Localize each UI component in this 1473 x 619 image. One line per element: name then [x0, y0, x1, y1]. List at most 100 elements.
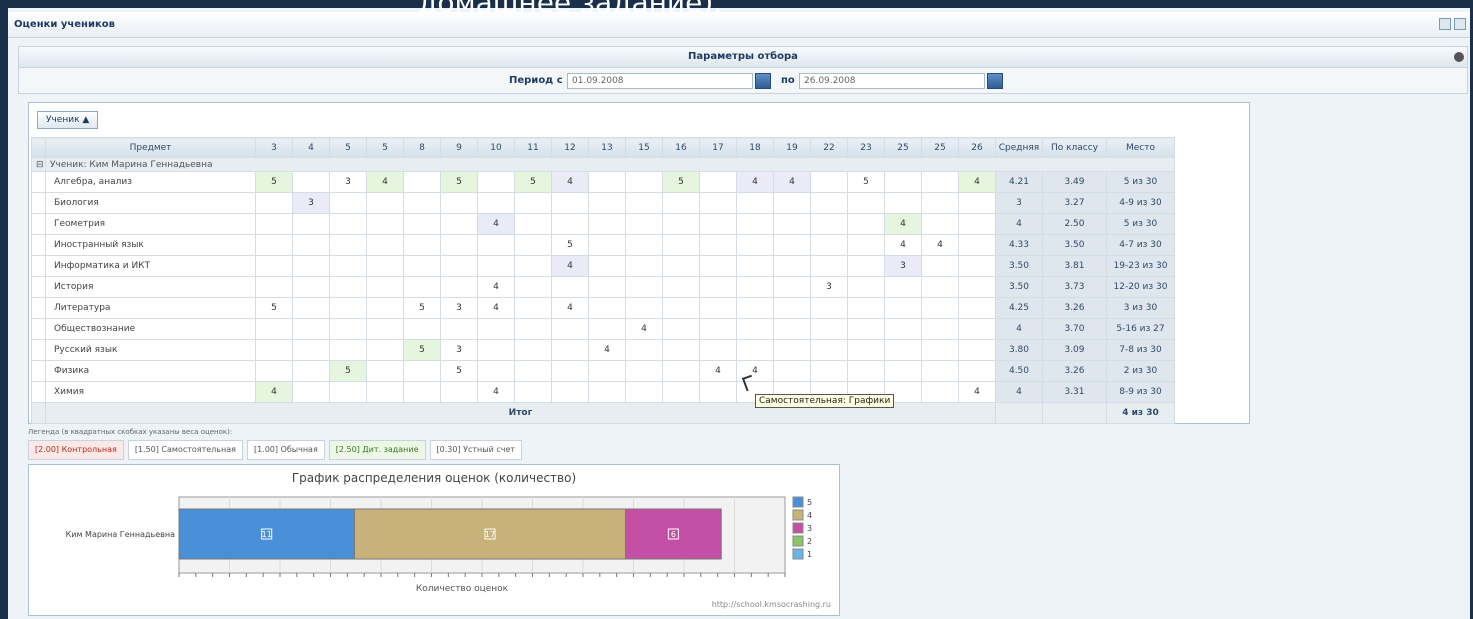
- grade-cell[interactable]: 3: [884, 255, 922, 277]
- header-day[interactable]: 9: [440, 137, 478, 158]
- grade-cell[interactable]: 4: [699, 360, 737, 382]
- grade-cell: [625, 297, 663, 319]
- period-from-input[interactable]: 01.09.2008: [567, 73, 753, 89]
- header-day[interactable]: 18: [736, 137, 774, 158]
- legend-chip[interactable]: [2.00] Контрольная: [28, 440, 124, 460]
- grade-cell[interactable]: 5: [440, 360, 478, 382]
- header-day[interactable]: 11: [514, 137, 552, 158]
- grade-cell[interactable]: 4: [477, 297, 515, 319]
- header-day[interactable]: 25: [884, 137, 922, 158]
- header-day[interactable]: 5: [329, 137, 367, 158]
- calendar-icon[interactable]: [987, 73, 1003, 89]
- grade-cell: [514, 192, 552, 214]
- grade-cell[interactable]: 5: [514, 171, 552, 193]
- grade-cell[interactable]: 4: [477, 381, 515, 403]
- grade-cell: [958, 234, 996, 256]
- grade-cell[interactable]: 4: [551, 255, 589, 277]
- grade-cell: [255, 192, 293, 214]
- grade-cell[interactable]: 4: [366, 171, 404, 193]
- grade-cell[interactable]: 4: [477, 213, 515, 235]
- class-avg-cell: 3.81: [1042, 255, 1107, 277]
- grade-cell[interactable]: 4: [958, 381, 996, 403]
- header-subject[interactable]: Предмет: [45, 137, 256, 158]
- grade-cell: [773, 276, 811, 298]
- legend-chip[interactable]: [2.50] Дит. задание: [328, 440, 426, 460]
- group-by-button[interactable]: Ученик ▲: [37, 111, 99, 129]
- grade-cell: [921, 339, 959, 361]
- header-day[interactable]: 23: [847, 137, 885, 158]
- grade-cell[interactable]: 5: [403, 339, 441, 361]
- bar-value-label: 6: [671, 530, 676, 539]
- grade-cell[interactable]: 4: [773, 171, 811, 193]
- grade-cell: [477, 318, 515, 340]
- grade-cell[interactable]: 3: [440, 339, 478, 361]
- header-day[interactable]: 25: [921, 137, 959, 158]
- collapse-icon[interactable]: [1454, 52, 1464, 62]
- period-to-input[interactable]: 26.09.2008: [799, 73, 985, 89]
- grade-cell[interactable]: 3: [440, 297, 478, 319]
- grade-cell[interactable]: 5: [255, 297, 293, 319]
- grade-cell[interactable]: 5: [662, 171, 700, 193]
- legend-chip[interactable]: [1.00] Обычная: [246, 440, 325, 460]
- grade-cell: [329, 192, 367, 214]
- grade-cell: [847, 276, 885, 298]
- collapse-group-icon[interactable]: ⊟: [31, 157, 46, 172]
- header-day[interactable]: 22: [810, 137, 848, 158]
- header-day[interactable]: 5: [366, 137, 404, 158]
- header-day[interactable]: 10: [477, 137, 515, 158]
- grade-cell: [921, 360, 959, 382]
- grade-cell[interactable]: 4: [477, 276, 515, 298]
- header-day[interactable]: 4: [292, 137, 330, 158]
- header-day[interactable]: 15: [625, 137, 663, 158]
- grade-cell[interactable]: 4: [884, 234, 922, 256]
- grade-cell[interactable]: 5: [329, 360, 367, 382]
- grade-cell[interactable]: 3: [810, 276, 848, 298]
- grade-cell[interactable]: 3: [329, 171, 367, 193]
- grade-cell[interactable]: 4: [958, 171, 996, 193]
- group-label: Ученик: Ким Марина Геннадьевна: [45, 157, 1175, 172]
- grade-cell: [514, 381, 552, 403]
- grade-cell[interactable]: 4: [625, 318, 663, 340]
- grade-cell[interactable]: 4: [588, 339, 626, 361]
- total-row: Итог 4 из 30: [31, 402, 1175, 424]
- grade-cell[interactable]: 5: [255, 171, 293, 193]
- grade-cell[interactable]: 4: [736, 171, 774, 193]
- place-cell: 5-16 из 27: [1106, 318, 1175, 340]
- header-class-average[interactable]: По классу: [1042, 137, 1107, 158]
- grade-cell[interactable]: 5: [551, 234, 589, 256]
- grade-cell: [255, 276, 293, 298]
- menu-icon[interactable]: [1454, 18, 1466, 30]
- header-day[interactable]: 17: [699, 137, 737, 158]
- legend-chip[interactable]: [0.30] Устный счет: [429, 440, 523, 460]
- grade-cell[interactable]: 4: [921, 234, 959, 256]
- grade-cell: [292, 171, 330, 193]
- grade-cell[interactable]: 4: [255, 381, 293, 403]
- grade-cell: [477, 360, 515, 382]
- header-day[interactable]: 8: [403, 137, 441, 158]
- grade-cell[interactable]: 5: [440, 171, 478, 193]
- grade-cell: [921, 381, 959, 403]
- grade-cell[interactable]: 4: [884, 213, 922, 235]
- print-icon[interactable]: [1439, 18, 1451, 30]
- calendar-icon[interactable]: [755, 73, 771, 89]
- header-day[interactable]: 12: [551, 137, 589, 158]
- row-expander: [31, 360, 46, 382]
- grade-cell[interactable]: 4: [551, 171, 589, 193]
- header-place[interactable]: Место: [1106, 137, 1175, 158]
- grade-cell[interactable]: 4: [551, 297, 589, 319]
- header-day[interactable]: 3: [255, 137, 293, 158]
- header-day[interactable]: 16: [662, 137, 700, 158]
- grade-cell: [699, 381, 737, 403]
- grade-cell[interactable]: 3: [292, 192, 330, 214]
- grade-cell: [847, 339, 885, 361]
- header-day[interactable]: 26: [958, 137, 996, 158]
- header-day[interactable]: 19: [773, 137, 811, 158]
- legend-chip[interactable]: [1.50] Самостоятельная: [127, 440, 243, 460]
- legend-caption: Легенда (в квадратных скобках указаны ве…: [28, 428, 233, 436]
- grade-cell: [551, 318, 589, 340]
- header-average[interactable]: Средняя: [995, 137, 1043, 158]
- grade-cell: [625, 234, 663, 256]
- grade-cell[interactable]: 5: [847, 171, 885, 193]
- grade-cell[interactable]: 5: [403, 297, 441, 319]
- header-day[interactable]: 13: [588, 137, 626, 158]
